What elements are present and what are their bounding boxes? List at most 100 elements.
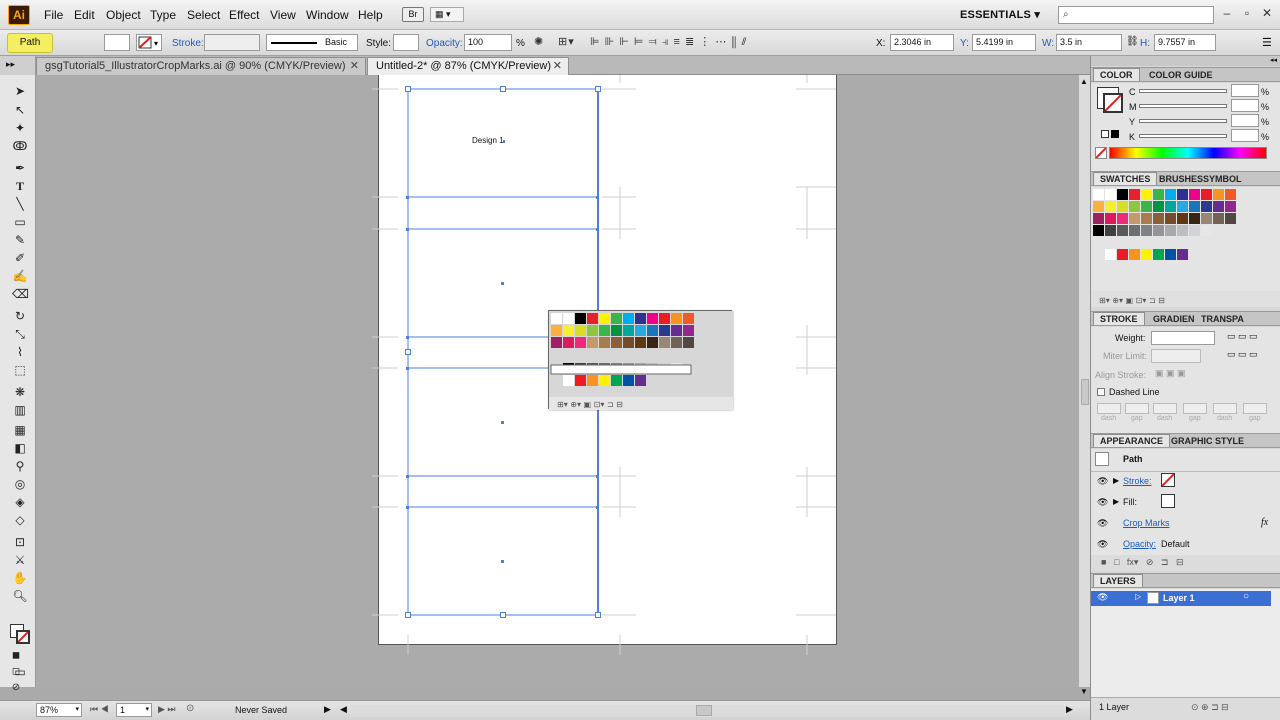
eye-icon[interactable]: 👁︎ bbox=[1097, 518, 1108, 529]
magic-wand-tool-icon[interactable]: ✦ bbox=[12, 120, 28, 136]
arrange-documents-button[interactable]: ▦ ▾ bbox=[430, 7, 464, 22]
swatch-cell[interactable] bbox=[659, 313, 670, 324]
swatch-cell[interactable] bbox=[623, 313, 634, 324]
swatch-cell[interactable] bbox=[1189, 213, 1200, 224]
vertical-scroll-thumb[interactable] bbox=[1081, 379, 1089, 405]
tab-symbols[interactable]: SYMBOL bbox=[1197, 173, 1248, 186]
swatch-cell[interactable] bbox=[671, 325, 682, 336]
swatch-cell[interactable] bbox=[575, 337, 586, 348]
close-icon[interactable]: ✕ bbox=[553, 58, 562, 75]
swatch-cell[interactable] bbox=[1153, 225, 1164, 236]
panel-menu-icon[interactable]: ☰ bbox=[1262, 36, 1272, 49]
horizontal-scrollbar[interactable] bbox=[350, 705, 1066, 717]
swatch-cell[interactable] bbox=[635, 375, 646, 386]
layer-name[interactable]: Layer 1 bbox=[1163, 593, 1195, 603]
swatch-cell[interactable] bbox=[1177, 213, 1188, 224]
swatch-cell[interactable] bbox=[599, 337, 610, 348]
swatch-cell[interactable] bbox=[1105, 201, 1116, 212]
minimize-button[interactable]: – bbox=[1218, 6, 1236, 20]
swatch-cell[interactable] bbox=[599, 375, 610, 386]
magenta-field[interactable] bbox=[1231, 99, 1259, 112]
swatch-cell[interactable] bbox=[683, 337, 694, 348]
swatch-cell[interactable] bbox=[1189, 225, 1200, 236]
design-label[interactable]: Design 1 bbox=[472, 136, 504, 145]
pencil-tool-icon[interactable]: ✐ bbox=[12, 250, 28, 266]
type-tool-icon[interactable]: T bbox=[12, 178, 28, 194]
direct-selection-tool-icon[interactable]: ↖ bbox=[12, 102, 28, 118]
dashed-line-checkbox[interactable] bbox=[1097, 388, 1105, 396]
layer-row[interactable]: 👁︎ ▷ Layer 1 ○ bbox=[1091, 591, 1271, 606]
warp-tool-icon[interactable]: ⌇ bbox=[12, 344, 28, 360]
align-to-icon[interactable]: ⊞▾ bbox=[558, 35, 575, 48]
swatch-cell[interactable] bbox=[551, 337, 562, 348]
mesh-tool-icon[interactable]: ▦ bbox=[12, 422, 28, 438]
line-tool-icon[interactable]: ╲ bbox=[12, 196, 28, 212]
recolor-icon[interactable]: ✺ bbox=[534, 35, 544, 48]
rectangle-tool-icon[interactable]: ▭ bbox=[12, 214, 28, 230]
swatch-cell[interactable] bbox=[611, 337, 622, 348]
swatches-popup-panel[interactable]: ⊞▾ ⊕▾ ▣ ⊡▾ ⊐ ⊟ bbox=[548, 310, 733, 410]
swatch-cell[interactable] bbox=[1093, 189, 1104, 200]
swatch-cell[interactable] bbox=[587, 325, 598, 336]
tab-untitled-2[interactable]: Untitled-2* @ 87% (CMYK/Preview) ✕ bbox=[367, 57, 569, 75]
swatch-cell[interactable] bbox=[1141, 213, 1152, 224]
disclosure-triangle-icon[interactable]: ▶ bbox=[1113, 476, 1119, 485]
weight-field[interactable] bbox=[1151, 331, 1215, 345]
tab-color[interactable]: COLOR bbox=[1093, 68, 1140, 81]
appearance-crop-marks-label[interactable]: Crop Marks bbox=[1123, 518, 1170, 528]
tab-graphic-styles[interactable]: GRAPHIC STYLE bbox=[1165, 435, 1250, 448]
artboard-tool-icon[interactable]: ⊡ bbox=[12, 534, 28, 550]
stroke-color-icon[interactable] bbox=[1103, 93, 1123, 113]
swatch-cell[interactable] bbox=[1129, 189, 1140, 200]
swatch-cell[interactable] bbox=[647, 313, 658, 324]
swatch-cell[interactable] bbox=[1165, 225, 1176, 236]
appearance-opacity-label[interactable]: Opacity: bbox=[1123, 539, 1156, 549]
swatch-cell[interactable] bbox=[1177, 189, 1188, 200]
swatch-cell[interactable] bbox=[647, 325, 658, 336]
opacity-label[interactable]: Opacity: bbox=[426, 38, 463, 49]
restore-button[interactable]: ▫ bbox=[1238, 6, 1256, 20]
gap-field[interactable] bbox=[1183, 403, 1207, 414]
tab-stroke[interactable]: STROKE bbox=[1093, 312, 1145, 325]
menu-view[interactable]: View bbox=[270, 8, 296, 22]
swatch-cell[interactable] bbox=[635, 313, 646, 324]
swatch-cell[interactable] bbox=[1153, 189, 1164, 200]
swatch-cell[interactable] bbox=[659, 325, 670, 336]
vertical-scrollbar[interactable]: ▲ ▼ bbox=[1078, 75, 1090, 696]
swatch-cell[interactable] bbox=[563, 313, 574, 324]
align-stroke-buttons[interactable]: ▣ ▣ ▣ bbox=[1155, 368, 1186, 379]
swatch-cell[interactable] bbox=[599, 313, 610, 324]
scroll-down-icon[interactable]: ▼ bbox=[1080, 687, 1088, 696]
live-paint-tool-icon[interactable]: ◈ bbox=[12, 494, 28, 510]
eye-icon[interactable]: 👁︎ bbox=[1097, 497, 1108, 508]
swatch-cell[interactable] bbox=[1213, 189, 1224, 200]
bridge-button[interactable]: Br bbox=[402, 7, 424, 22]
link-proportions-icon[interactable]: ⛓ bbox=[1126, 36, 1139, 47]
close-icon[interactable]: ✕ bbox=[350, 58, 359, 75]
eraser-tool-icon[interactable]: ⌫ bbox=[12, 286, 29, 302]
hand-tool-icon[interactable]: ✋ bbox=[12, 570, 28, 586]
swatch-cell[interactable] bbox=[1141, 225, 1152, 236]
swatch-cell[interactable] bbox=[575, 313, 586, 324]
stroke-swatch-dropdown[interactable]: ▾ bbox=[136, 34, 162, 51]
swatch-cell[interactable] bbox=[1225, 189, 1236, 200]
scale-tool-icon[interactable]: ⤡ bbox=[12, 326, 28, 342]
h-field[interactable]: 9.7557 in bbox=[1154, 34, 1216, 51]
black-field[interactable] bbox=[1231, 129, 1259, 142]
fx-icon[interactable]: fx bbox=[1261, 517, 1268, 528]
swatch-cell[interactable] bbox=[1129, 201, 1140, 212]
zoom-tool-icon[interactable]: 🔍︎ bbox=[12, 588, 28, 604]
swatch-cell[interactable] bbox=[1225, 201, 1236, 212]
swatch-cell[interactable] bbox=[563, 325, 574, 336]
gradient-tool-icon[interactable]: ◧ bbox=[12, 440, 28, 456]
swatch-cell[interactable] bbox=[659, 337, 670, 348]
dash-field[interactable] bbox=[1153, 403, 1177, 414]
swatch-cell[interactable] bbox=[1165, 249, 1176, 260]
swatch-cell[interactable] bbox=[563, 375, 574, 386]
swatch-cell[interactable] bbox=[1105, 225, 1116, 236]
tab-transparency[interactable]: TRANSPA bbox=[1195, 313, 1250, 326]
swatch-cell[interactable] bbox=[587, 337, 598, 348]
scroll-right-icon[interactable]: ▶ bbox=[1066, 704, 1073, 715]
scroll-left-icon[interactable]: ◀ bbox=[340, 704, 347, 715]
cap-buttons[interactable]: ▭ ▭ ▭ bbox=[1227, 331, 1258, 342]
